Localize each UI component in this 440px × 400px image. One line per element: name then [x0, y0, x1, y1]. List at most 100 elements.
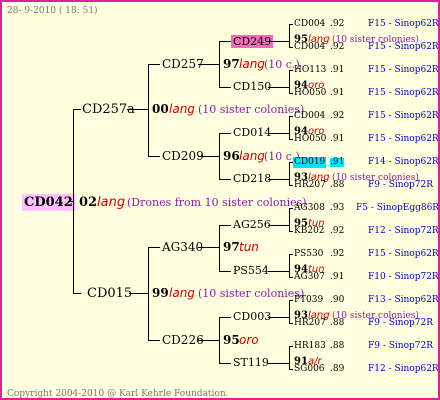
connector-line [73, 293, 81, 294]
gen4-name[interactable]: AG307 [294, 273, 325, 282]
connector-line [289, 47, 293, 48]
gen4-name[interactable]: PS530 [294, 250, 323, 259]
connector-line [68, 201, 74, 202]
gen4-year: .88 [330, 180, 345, 190]
gen3-name-highlighted[interactable]: CD249 [231, 35, 274, 48]
copyright-footer: Copyright 2004-2010 @ Karl Kehrle Founda… [7, 389, 229, 399]
gen4-year: .92 [330, 226, 345, 236]
connector-line [289, 277, 293, 278]
connector-line [289, 346, 290, 369]
gen4-year: .92 [330, 19, 345, 29]
connector-line [289, 208, 290, 231]
gen4-year: .92 [330, 42, 345, 52]
gen2-name[interactable]: AG340 [162, 241, 203, 253]
connector-line [73, 109, 81, 110]
gen4-year: .91 [330, 157, 345, 167]
connector-line [219, 225, 231, 226]
connector-line [219, 87, 231, 88]
connector-line [289, 139, 293, 140]
gen1-breed: lang [169, 102, 195, 116]
gen2-year: 97 [223, 57, 240, 71]
connector-line [289, 162, 290, 185]
connector-line [289, 24, 293, 25]
gen2-breed: lang [239, 149, 265, 163]
gen4-name[interactable]: CD004 [294, 112, 325, 121]
connector-line [198, 156, 220, 157]
connector-line [268, 87, 289, 88]
gen4-name[interactable]: HO050 [294, 135, 326, 144]
connector-line [198, 340, 220, 341]
pedigree-chart: 28- 9-2010 ( 18: 51) Copyright 2004-2010… [0, 0, 440, 400]
connector-line [198, 64, 220, 65]
connector-line [289, 300, 290, 323]
connector-line [289, 254, 290, 277]
gen3-name[interactable]: CD014 [233, 127, 271, 138]
gen1-year: 00 [152, 102, 169, 116]
gen3-name[interactable]: CD150 [233, 81, 271, 92]
gen3-name[interactable]: ST119 [233, 357, 269, 368]
connector-line [148, 64, 160, 65]
gen3-name[interactable]: CD218 [233, 173, 271, 184]
gen4-year: .92 [330, 249, 345, 259]
connector-line [289, 24, 290, 47]
connector-line [289, 300, 293, 301]
gen4-name[interactable]: SG006 [294, 365, 325, 374]
root-year: 02 [79, 195, 98, 210]
gen3-name[interactable]: CD003 [233, 311, 271, 322]
gen4-name[interactable]: AG308 [294, 204, 325, 213]
connector-line [289, 346, 293, 347]
gen4-name[interactable]: PT039 [294, 296, 323, 305]
connector-line [289, 70, 290, 93]
gen4-name[interactable]: HO050 [294, 89, 326, 98]
connector-line [148, 340, 160, 341]
gen1-breed: lang [169, 286, 195, 300]
connector-line [289, 93, 293, 94]
gen4-source: F15 - Sinop62R [368, 249, 439, 259]
connector-line [289, 70, 293, 71]
connector-line [219, 41, 231, 42]
gen4-source: F15 - Sinop62R [368, 88, 439, 98]
gen4-year: .91 [330, 134, 345, 144]
gen4-name[interactable]: CD004 [294, 20, 325, 29]
connector-line [219, 271, 231, 272]
connector-line [268, 179, 289, 180]
gen2-breed: lang [239, 57, 265, 71]
gen4-source: F12 - Sinop62R [368, 364, 439, 374]
date-stamp: 28- 9-2010 ( 18: 51) [7, 6, 98, 16]
gen4-source: F15 - Sinop62R [368, 19, 439, 29]
gen4-name[interactable]: CD004 [294, 43, 325, 52]
gen4-source: F13 - Sinop62R [368, 295, 439, 305]
gen1-name[interactable]: CD015 [87, 287, 132, 300]
root-queen-name[interactable]: CD042 [22, 194, 75, 211]
gen3-name[interactable]: AG256 [233, 219, 271, 230]
gen4-name[interactable]: HR183 [294, 342, 326, 351]
root-note: (Drones from 10 sister colonies) [127, 196, 307, 209]
gen4-year: .91 [330, 88, 345, 98]
connector-line [268, 363, 289, 364]
gen4-year: .88 [330, 318, 345, 328]
gen4-source: F12 - Sinop72R [368, 226, 439, 236]
gen4-year: .89 [330, 364, 345, 374]
gen4-source: F15 - Sinop62R [368, 65, 439, 75]
gen4-year: .88 [330, 341, 345, 351]
gen4-source: F9 - Sinop72R [368, 318, 433, 328]
gen1-note: (10 sister colonies) [198, 287, 305, 300]
connector-line [148, 64, 149, 156]
gen4-name[interactable]: KB202 [294, 227, 325, 236]
connector-line [148, 247, 160, 248]
gen4-name[interactable]: HO113 [294, 66, 326, 75]
gen4-name-highlighted[interactable]: CD019 [293, 157, 327, 168]
connector-line [219, 133, 231, 134]
gen4-name[interactable]: HR207 [294, 319, 326, 328]
gen1-note: (10 sister colonies) [198, 103, 305, 116]
connector-line [219, 225, 220, 271]
gen3-name[interactable]: PS554 [233, 265, 269, 276]
gen4-name[interactable]: HR207 [294, 181, 326, 190]
connector-line [219, 179, 231, 180]
connector-line [268, 317, 289, 318]
connector-line [148, 156, 160, 157]
gen4-source: F9 - Sinop72R [368, 180, 433, 190]
gen4-source: F10 - Sinop72R [368, 272, 439, 282]
connector-line [268, 41, 289, 42]
gen4-source: F15 - Sinop62R [368, 134, 439, 144]
